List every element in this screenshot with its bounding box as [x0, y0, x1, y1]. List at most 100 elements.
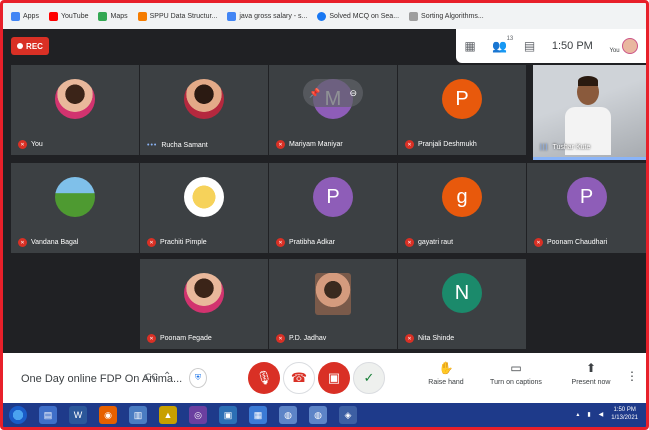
app-icon[interactable]: ◈: [339, 406, 357, 424]
bookmark-java[interactable]: java gross salary - s...: [227, 11, 307, 21]
participant-tile[interactable]: P ✕ Pranjali Deshmukh: [398, 65, 526, 155]
captions-button[interactable]: ▭ Turn on captions: [481, 361, 551, 386]
avatar: [621, 38, 638, 54]
camera-toggle-button[interactable]: ▣: [318, 362, 350, 394]
participant-photo: [55, 79, 95, 119]
bookmark-sorting[interactable]: Sorting Algorithms...: [409, 11, 484, 21]
mic-off-icon: ✕: [276, 140, 285, 149]
participant-tile[interactable]: M 📌⊖ ✕Mariyam Maniyar: [269, 65, 397, 155]
google-icon: [227, 11, 237, 21]
presenter-tile[interactable]: ||| Tushar Kute: [533, 65, 646, 157]
present-icon: ⬆: [585, 361, 597, 375]
check-icon: ✓: [363, 370, 375, 385]
hang-up-icon: ☎: [290, 370, 308, 385]
captions-chip-icon[interactable]: CC: [145, 372, 158, 382]
remove-icon[interactable]: ⊖: [349, 88, 357, 99]
sppu-icon: [137, 11, 147, 21]
system-tray: ▴ ▮ ◀ 1:50 PM 1/13/2021: [576, 406, 638, 422]
chat-icon[interactable]: ▤: [524, 39, 535, 53]
speaking-indicator-icon: •••: [147, 142, 158, 149]
participant-avatar: P: [566, 177, 607, 217]
participant-tile[interactable]: g ✕ gayatri raut: [398, 163, 526, 253]
mic-off-icon: ✕: [405, 140, 414, 149]
participant-tile[interactable]: ✕ Vandana Bagal: [11, 163, 139, 253]
taskbar-clock[interactable]: 1:50 PM 1/13/2021: [611, 406, 638, 422]
pin-icon[interactable]: 📌: [309, 88, 320, 99]
active-speaker-bar: [533, 157, 646, 160]
participant-tile[interactable]: ✕ Poonam Fegade: [140, 259, 268, 349]
participant-tile[interactable]: P ✕ Pratibha Adkar: [269, 163, 397, 253]
mic-off-icon: ✕: [534, 238, 543, 247]
participant-tile[interactable]: P ✕ Poonam Chaudhari: [527, 163, 646, 253]
present-button[interactable]: ⬆ Present now: [556, 361, 626, 386]
raise-hand-button[interactable]: ✋ Raise hand: [411, 361, 481, 386]
mic-off-icon: ✕: [18, 238, 27, 247]
mic-toggle-button[interactable]: 🎙: [248, 362, 280, 394]
participant-avatar: N: [442, 273, 482, 313]
bookmark-mcq[interactable]: Solved MCQ on Sea...: [317, 11, 399, 21]
firefox-icon[interactable]: ◉: [99, 406, 117, 424]
mic-off-icon: ✕: [405, 238, 414, 247]
participant-photo: [184, 79, 224, 119]
mic-off-icon: ✕: [405, 334, 414, 343]
bookmarks-bar: Apps YouTube Maps SPPU Data Structur... …: [3, 3, 646, 29]
recording-badge: REC: [11, 37, 49, 55]
chevron-up-icon[interactable]: ⌃: [163, 371, 171, 382]
mic-off-icon: ✕: [18, 140, 27, 149]
meeting-title[interactable]: One Day online FDP On Anima...: [21, 373, 182, 385]
participant-avatar: P: [313, 177, 353, 217]
app-icon[interactable]: ◎: [189, 406, 207, 424]
facebook-icon: [317, 11, 327, 21]
captions-icon: ▭: [510, 361, 522, 375]
file-explorer-icon[interactable]: ▤: [39, 406, 57, 424]
chrome-icon[interactable]: ◍: [309, 406, 327, 424]
volume-icon[interactable]: ◀: [599, 411, 604, 418]
participant-avatar: g: [442, 177, 482, 217]
tray-arrow-icon[interactable]: ▴: [576, 411, 579, 418]
participant-tile[interactable]: ••• Rucha Samant: [140, 65, 268, 155]
speaking-indicator-icon: |||: [540, 144, 549, 151]
youtube-icon: [48, 11, 58, 21]
hand-icon: ✋: [438, 361, 454, 375]
participant-photo: [184, 273, 224, 313]
layout-icon[interactable]: ▦: [464, 39, 475, 53]
network-icon[interactable]: ▮: [587, 411, 590, 418]
participant-tile[interactable]: N ✕ Nita Shinde: [398, 259, 526, 349]
participant-tile[interactable]: ✕ Prachiti Pimple: [140, 163, 268, 253]
start-button[interactable]: [9, 406, 27, 424]
meet-video-grid: REC ▦ 👥 13 ▤ 1:50 PM You ✕ You ••• Rucha Sa…: [3, 29, 646, 353]
app-icon[interactable]: ▣: [219, 406, 237, 424]
vlc-icon[interactable]: ▲: [159, 406, 177, 424]
tile-hover-controls: 📌 ⊖: [303, 79, 363, 107]
participant-photo: [184, 177, 224, 217]
mic-off-icon: 🎙: [255, 370, 273, 385]
leave-call-button[interactable]: ☎: [283, 362, 315, 394]
bookmark-maps[interactable]: Maps: [98, 11, 128, 21]
empty-tile: [527, 259, 646, 349]
more-options-icon[interactable]: ⋮: [626, 369, 638, 383]
participant-avatar: P: [442, 79, 482, 119]
confirm-button[interactable]: ✓: [353, 362, 385, 394]
people-button[interactable]: 👥 13: [492, 36, 513, 53]
shield-icon[interactable]: ⛨: [189, 368, 207, 388]
record-dot-icon: [17, 43, 24, 49]
mic-off-icon: ✕: [276, 334, 285, 343]
windows-taskbar: ▤ W ◉ ▥ ▲ ◎ ▣ ▦ ◍ ◍ ◈ ▴ ▮ ◀ 1:50 PM 1/13…: [3, 403, 646, 427]
app-icon[interactable]: ▥: [129, 406, 147, 424]
participant-tile[interactable]: ✕ You: [11, 65, 139, 155]
empty-tile: [11, 259, 139, 349]
participant-tile[interactable]: ✕ P.D. Jadhav: [269, 259, 397, 349]
sorting-icon: [409, 11, 419, 21]
app-icon[interactable]: ▦: [249, 406, 267, 424]
participant-photo: [315, 273, 351, 315]
meeting-time: 1:50 PM: [551, 40, 593, 52]
apps-icon: [11, 11, 20, 21]
bookmark-youtube[interactable]: YouTube: [48, 11, 88, 21]
self-view[interactable]: You: [609, 38, 638, 54]
mic-off-icon: ✕: [147, 238, 156, 247]
chrome-icon[interactable]: ◍: [279, 406, 297, 424]
bookmark-apps[interactable]: Apps: [11, 11, 39, 21]
bookmark-sppu[interactable]: SPPU Data Structur...: [137, 11, 217, 21]
meet-control-bar: One Day online FDP On Anima... CC ⌃ ⛨ 🎙 …: [3, 353, 646, 403]
word-icon[interactable]: W: [69, 406, 87, 424]
